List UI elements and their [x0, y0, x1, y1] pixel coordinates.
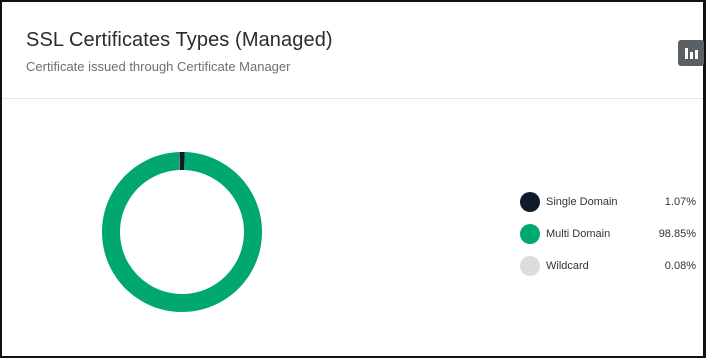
legend-value: 0.08% [664, 259, 696, 272]
legend-label: Multi Domain [546, 227, 611, 240]
card-title: SSL Certificates Types (Managed) [26, 29, 333, 51]
header-divider [2, 98, 703, 99]
legend-label: Single Domain [546, 195, 618, 208]
donut-slice-multi-domain[interactable] [102, 152, 262, 312]
legend-value: 98.85% [658, 227, 696, 240]
legend-value: 1.07% [664, 195, 696, 208]
legend-label: Wildcard [546, 259, 589, 272]
card-subtitle: Certificate issued through Certificate M… [26, 59, 291, 74]
legend-swatch [520, 255, 540, 276]
donut-chart [102, 152, 262, 312]
legend-swatch [520, 223, 540, 244]
legend-swatch [520, 191, 540, 212]
chart-legend: Single Domain 1.07% Multi Domain 98.85% Wild… [520, 190, 696, 286]
bar-chart-icon[interactable] [678, 40, 704, 66]
ssl-types-card: SSL Certificates Types (Managed) Certifi… [0, 0, 706, 358]
legend-item[interactable]: Wildcard 0.08% [520, 254, 696, 277]
legend-item[interactable]: Single Domain 1.07% [520, 190, 696, 213]
legend-item[interactable]: Multi Domain 98.85% [520, 222, 696, 245]
